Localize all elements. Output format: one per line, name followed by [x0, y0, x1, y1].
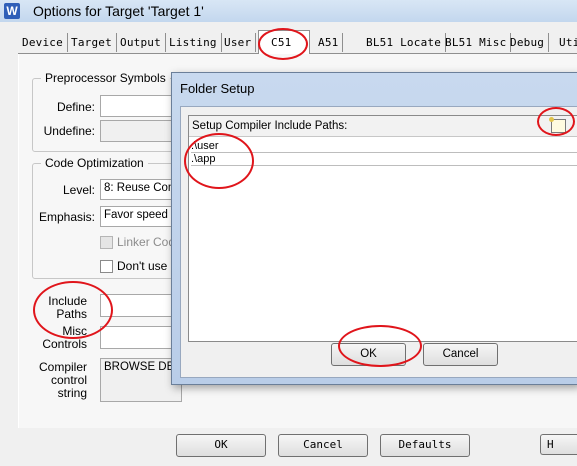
level-value: 8: Reuse Com: [104, 182, 178, 194]
include-paths-list-header: Setup Compiler Include Paths:: [189, 116, 577, 137]
dialog-body: Setup Compiler Include Paths: .\user .\a…: [180, 106, 577, 378]
level-label: Level:: [62, 183, 95, 197]
tab-device[interactable]: Device: [18, 33, 68, 52]
tab-bl51-locate[interactable]: BL51 Locate: [362, 33, 447, 52]
title-bar: W Options for Target 'Target 1': [0, 0, 577, 22]
compiler-control-label-line1: Compiler: [38, 360, 87, 374]
level-select[interactable]: 8: Reuse Com: [100, 179, 182, 200]
dont-use-checkbox[interactable]: [100, 260, 113, 273]
compiler-control-label-line2: control: [50, 373, 87, 387]
list-item[interactable]: .\user: [191, 140, 577, 153]
include-paths-list[interactable]: Setup Compiler Include Paths: .\user .\a…: [188, 115, 577, 342]
tab-debug[interactable]: Debug: [506, 33, 550, 52]
undefine-label: Undefine:: [43, 124, 95, 138]
dialog-cancel-button[interactable]: Cancel: [423, 343, 498, 366]
include-paths-label-line1: Include: [48, 294, 87, 308]
app-icon: W: [4, 3, 20, 19]
tab-listing[interactable]: Listing: [165, 33, 222, 52]
tab-target[interactable]: Target: [67, 33, 117, 52]
emphasis-label: Emphasis:: [38, 210, 95, 224]
tab-c51[interactable]: C51: [258, 30, 311, 54]
dialog-ok-button[interactable]: OK: [331, 343, 406, 366]
cancel-button[interactable]: Cancel: [278, 434, 368, 457]
new-folder-icon[interactable]: [549, 117, 566, 133]
compiler-control-label-line3: string: [57, 386, 87, 400]
misc-controls-label-line1: Misc: [62, 324, 87, 338]
folder-setup-dialog: Folder Setup Setup Compiler Include Path…: [171, 72, 577, 385]
list-item[interactable]: .\app: [191, 153, 577, 166]
tab-user[interactable]: User: [220, 33, 257, 52]
define-label: Define:: [56, 100, 95, 114]
compiler-control-string: BROWSE DEB: [100, 358, 182, 402]
dialog-title: Folder Setup: [180, 81, 255, 96]
window-title: Options for Target 'Target 1': [33, 3, 204, 19]
include-paths-input[interactable]: [100, 294, 182, 317]
tab-utilities[interactable]: Uti: [555, 33, 577, 52]
misc-controls-label-line2: Controls: [42, 337, 87, 351]
code-optimization-title: Code Optimization: [41, 156, 148, 170]
include-paths-label-line2: Paths: [56, 307, 87, 321]
defaults-button[interactable]: Defaults: [380, 434, 470, 457]
preprocessor-group-title: Preprocessor Symbols: [41, 71, 170, 85]
help-button[interactable]: H: [540, 434, 577, 455]
include-paths-list-title: Setup Compiler Include Paths:: [192, 120, 348, 132]
ok-button[interactable]: OK: [176, 434, 266, 457]
tab-a51[interactable]: A51: [314, 33, 344, 52]
misc-controls-input[interactable]: [100, 326, 182, 349]
tab-strip: Device Target Output Listing User C51 A5…: [18, 30, 577, 54]
emphasis-select[interactable]: Favor speed: [100, 206, 182, 227]
linker-code-checkbox[interactable]: [100, 236, 113, 249]
tab-bl51-misc[interactable]: BL51 Misc: [441, 33, 512, 52]
emphasis-value: Favor speed: [104, 209, 168, 221]
tab-output[interactable]: Output: [116, 33, 166, 52]
